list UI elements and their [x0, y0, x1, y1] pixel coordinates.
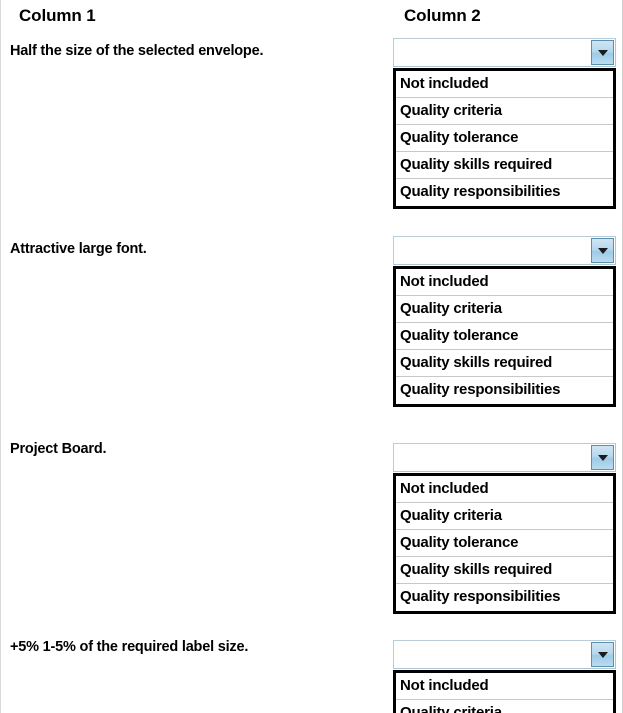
chevron-down-icon[interactable] [591, 40, 614, 65]
select-value-4 [399, 645, 587, 665]
option-item[interactable]: Quality responsibilities [396, 377, 613, 404]
answer-dropdown-3[interactable]: Not included Quality criteria Quality to… [393, 443, 616, 614]
option-item[interactable]: Quality criteria [396, 700, 613, 713]
option-item[interactable]: Quality criteria [396, 98, 613, 125]
answer-dropdown-1[interactable]: Not included Quality criteria Quality to… [393, 38, 616, 209]
option-item[interactable]: Quality responsibilities [396, 179, 613, 206]
question-label-2: Attractive large font. [10, 241, 147, 257]
answer-dropdown-4[interactable]: Not included Quality criteria Quality to… [393, 640, 616, 713]
question-label-1: Half the size of the selected envelope. [10, 43, 264, 59]
chevron-down-glyph [597, 651, 608, 658]
quiz-matching-page: Column 1 Column 2 Half the size of the s… [0, 0, 623, 713]
option-item[interactable]: Not included [396, 71, 613, 98]
option-list-1[interactable]: Not included Quality criteria Quality to… [393, 68, 616, 209]
option-item[interactable]: Quality skills required [396, 557, 613, 584]
column-1-header: Column 1 [19, 6, 96, 25]
question-label-3: Project Board. [10, 441, 107, 457]
chevron-down-glyph [597, 49, 608, 56]
option-item[interactable]: Quality tolerance [396, 125, 613, 152]
select-control-3[interactable] [393, 443, 616, 472]
column-headers: Column 1 Column 2 [1, 6, 622, 32]
option-item[interactable]: Quality criteria [396, 503, 613, 530]
option-item[interactable]: Quality tolerance [396, 530, 613, 557]
select-value-3 [399, 448, 587, 468]
option-item[interactable]: Quality tolerance [396, 323, 613, 350]
select-value-2 [399, 241, 587, 261]
option-item[interactable]: Not included [396, 476, 613, 503]
option-item[interactable]: Quality skills required [396, 152, 613, 179]
chevron-down-icon[interactable] [591, 642, 614, 667]
answer-dropdown-2[interactable]: Not included Quality criteria Quality to… [393, 236, 616, 407]
option-item[interactable]: Not included [396, 269, 613, 296]
chevron-down-glyph [597, 454, 608, 461]
option-item[interactable]: Quality skills required [396, 350, 613, 377]
column-2-header: Column 2 [404, 6, 481, 25]
select-control-2[interactable] [393, 236, 616, 265]
option-item[interactable]: Quality responsibilities [396, 584, 613, 611]
select-control-1[interactable] [393, 38, 616, 67]
option-list-3[interactable]: Not included Quality criteria Quality to… [393, 473, 616, 614]
option-item[interactable]: Quality criteria [396, 296, 613, 323]
chevron-down-icon[interactable] [591, 445, 614, 470]
select-control-4[interactable] [393, 640, 616, 669]
select-value-1 [399, 43, 587, 63]
chevron-down-icon[interactable] [591, 238, 614, 263]
option-list-2[interactable]: Not included Quality criteria Quality to… [393, 266, 616, 407]
option-item[interactable]: Not included [396, 673, 613, 700]
option-list-4[interactable]: Not included Quality criteria Quality to… [393, 670, 616, 713]
question-label-4: +5% 1-5% of the required label size. [10, 639, 249, 655]
chevron-down-glyph [597, 247, 608, 254]
